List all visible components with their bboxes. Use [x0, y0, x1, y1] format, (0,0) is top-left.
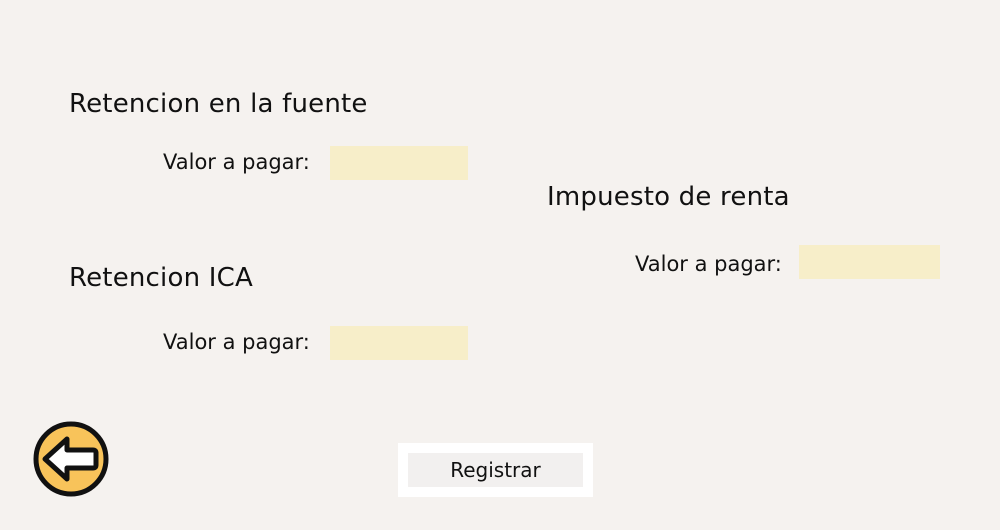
label-valor-retencion-fuente: Valor a pagar:: [163, 150, 310, 174]
label-valor-impuesto-renta: Valor a pagar:: [635, 252, 782, 276]
section-title-impuesto-renta: Impuesto de renta: [547, 182, 790, 212]
input-valor-retencion-ica[interactable]: [330, 326, 468, 360]
arrow-left-icon: [33, 421, 109, 497]
section-title-retencion-fuente: Retencion en la fuente: [69, 89, 368, 119]
register-button[interactable]: Registrar: [408, 453, 583, 487]
back-button[interactable]: [33, 421, 109, 497]
input-valor-retencion-fuente[interactable]: [330, 146, 468, 180]
input-valor-impuesto-renta[interactable]: [799, 245, 940, 279]
label-valor-retencion-ica: Valor a pagar:: [163, 330, 310, 354]
section-title-retencion-ica: Retencion ICA: [69, 263, 253, 293]
register-button-frame: Registrar: [398, 443, 593, 497]
